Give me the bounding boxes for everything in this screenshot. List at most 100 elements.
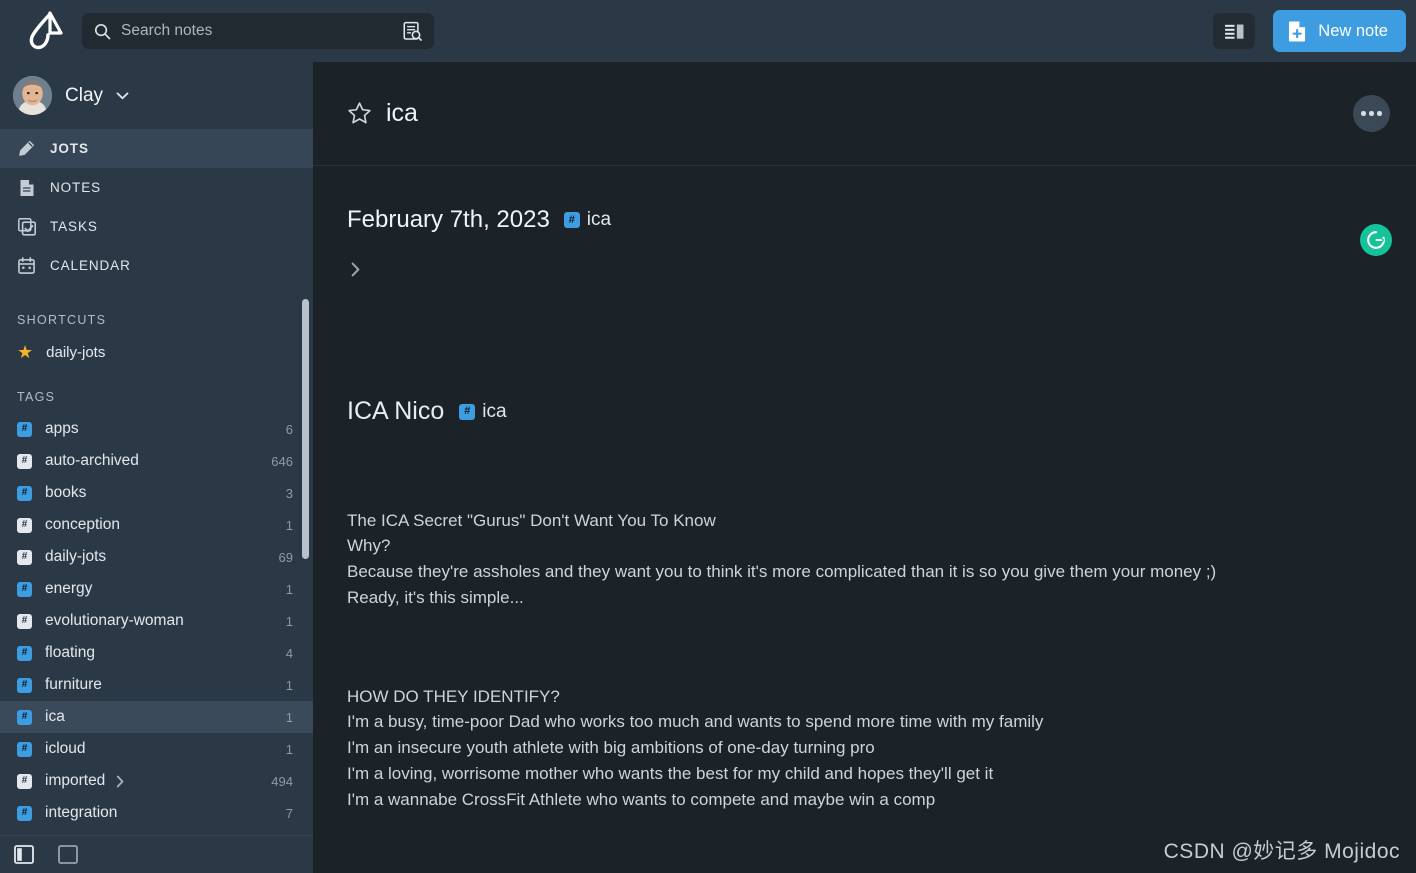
tag-count: 1 — [285, 709, 293, 725]
sidebar: Clay JOTS NOTES TASKS CALENDAR SHORTCUTS… — [0, 62, 313, 873]
hash-tag-icon: # — [17, 549, 32, 565]
more-dot — [1361, 111, 1366, 116]
left-panel-toggle-icon[interactable] — [14, 845, 34, 864]
tag-item-apps[interactable]: # apps 6 — [0, 413, 313, 445]
tag-item-integration[interactable]: # integration 7 — [0, 797, 313, 829]
app-root: New note Clay — [0, 0, 1416, 873]
note-tag-chip[interactable]: # ica — [459, 400, 507, 423]
tag-label: ica — [45, 708, 65, 725]
entry-tag-label: ica — [586, 209, 612, 230]
tag-label: auto-archived — [45, 452, 139, 469]
tag-item-imported[interactable]: # imported 494 — [0, 765, 313, 797]
more-dot — [1377, 111, 1382, 116]
entry-collapse-row — [347, 256, 1382, 282]
sidebar-item-label: TASKS — [50, 219, 98, 234]
new-note-label: New note — [1318, 21, 1388, 40]
more-dot — [1369, 111, 1374, 116]
hash-tag-icon: # — [17, 613, 32, 629]
note-body[interactable]: The ICA Secret "Gurus" Don't Want You To… — [347, 456, 1382, 873]
tag-label: floating — [45, 644, 95, 661]
tag-count: 646 — [271, 453, 293, 469]
grammarly-icon[interactable] — [1360, 224, 1392, 256]
hash-tag-icon: # — [17, 421, 32, 437]
tag-item-daily-jots[interactable]: # daily-jots 69 — [0, 541, 313, 573]
hash-tag-icon: # — [17, 453, 32, 469]
sidebar-item-label: NOTES — [50, 180, 102, 195]
user-menu[interactable]: Clay — [0, 62, 313, 129]
tag-item-icloud[interactable]: # icloud 1 — [0, 733, 313, 765]
hash-tag-icon: # — [17, 741, 32, 757]
shortcut-item-daily-jots[interactable]: ★ daily-jots — [0, 336, 313, 368]
tag-label: conception — [45, 516, 120, 533]
entry-header: February 7th, 2023 # ica — [347, 206, 1382, 234]
hash-tag-icon: # — [17, 709, 32, 725]
tag-item-conception[interactable]: # conception 1 — [0, 509, 313, 541]
tag-count: 7 — [285, 805, 293, 821]
tag-label: evolutionary-woman — [45, 612, 184, 629]
tag-label: apps — [45, 420, 79, 437]
sidebar-footer — [0, 835, 313, 873]
hash-tag-icon: # — [17, 773, 32, 789]
hash-tag-icon: # — [17, 485, 32, 501]
tag-item-floating[interactable]: # floating 4 — [0, 637, 313, 669]
search-box[interactable] — [82, 13, 434, 49]
tag-item-books[interactable]: # books 3 — [0, 477, 313, 509]
sidebar-scroll-area: SHORTCUTS ★ daily-jots TAGS # apps 6 # auto-… — [0, 291, 313, 835]
sidebar-item-notes[interactable]: NOTES — [0, 168, 313, 207]
tag-count: 6 — [285, 421, 293, 437]
panel-layout-icon — [1224, 24, 1244, 39]
tag-item-furniture[interactable]: # furniture 1 — [0, 669, 313, 701]
chevron-right-icon[interactable] — [351, 262, 361, 277]
main-panel: ica February 7th, 2023 # ica ICA Nico # … — [313, 62, 1416, 873]
tag-item-evolutionary-woman[interactable]: # evolutionary-woman 1 — [0, 605, 313, 637]
tags-section-title: TAGS — [17, 390, 56, 404]
app-logo[interactable] — [0, 11, 92, 51]
chevron-down-icon — [116, 92, 129, 99]
note-paragraph: HOW DO THEY IDENTIFY? I'm a busy, time-p… — [347, 686, 1044, 809]
right-panel-toggle-icon[interactable] — [58, 845, 78, 864]
tag-count: 1 — [285, 741, 293, 757]
avatar-photo — [13, 76, 52, 115]
document-search-icon[interactable] — [402, 21, 422, 41]
search-icon — [94, 23, 111, 39]
top-bar: New note — [0, 0, 1416, 62]
sidebar-item-label: JOTS — [50, 141, 89, 156]
tag-item-ica[interactable]: # ica 1 — [0, 701, 313, 733]
tag-label: daily-jots — [45, 548, 107, 565]
note-tag-label: ica — [482, 400, 507, 422]
new-note-button[interactable]: New note — [1273, 10, 1406, 52]
tag-count: 1 — [285, 581, 293, 597]
sidebar-item-tasks[interactable]: TASKS — [0, 207, 313, 246]
sidebar-item-jots[interactable]: JOTS — [0, 129, 313, 168]
tag-item-auto-archived[interactable]: # auto-archived 646 — [0, 445, 313, 477]
tag-item-energy[interactable]: # energy 1 — [0, 573, 313, 605]
sidebar-item-calendar[interactable]: CALENDAR — [0, 246, 313, 285]
hash-tag-icon: # — [17, 517, 32, 533]
document-plus-icon — [1289, 21, 1306, 42]
tag-label: energy — [45, 580, 93, 597]
tag-label: imported — [45, 772, 106, 789]
entry-tag-chip[interactable]: # ica — [563, 209, 612, 231]
hash-tag-icon: # — [17, 805, 32, 821]
hash-tag-icon: # — [563, 212, 580, 228]
tag-count: 1 — [285, 677, 293, 693]
tag-list: # apps 6 # auto-archived 646 # books 3 # conceptio… — [0, 413, 313, 829]
document-icon — [17, 178, 36, 197]
checkbox-icon — [17, 217, 36, 236]
calendar-icon — [17, 256, 36, 275]
layout-toggle-button[interactable] — [1213, 13, 1256, 49]
tag-count: 1 — [285, 517, 293, 533]
page-title: ica — [386, 99, 418, 127]
star-outline-icon[interactable] — [347, 101, 372, 126]
note-header: ica — [313, 62, 1416, 166]
tag-label: books — [45, 484, 87, 501]
tag-label: icloud — [45, 740, 86, 757]
search-input[interactable] — [121, 22, 392, 40]
more-options-button[interactable] — [1353, 95, 1390, 132]
tag-expand-chevron-right-icon[interactable] — [114, 775, 127, 788]
shortcut-label: daily-jots — [46, 343, 106, 361]
body-row: Clay JOTS NOTES TASKS CALENDAR SHORTCUTS… — [0, 62, 1416, 873]
sidebar-item-label: CALENDAR — [50, 258, 131, 273]
sidebar-scrollbar[interactable] — [302, 299, 309, 559]
star-filled-icon: ★ — [17, 342, 34, 362]
